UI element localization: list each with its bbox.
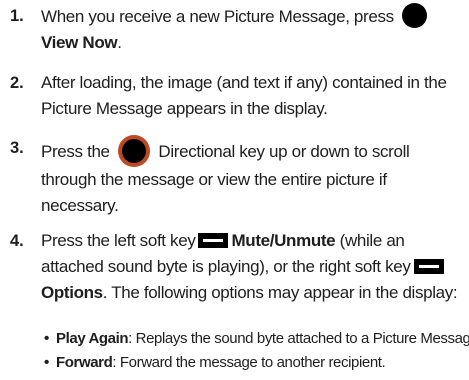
step-text: When you receive a new Picture Message, …	[41, 3, 465, 56]
mute-unmute-label: Mute/Unmute	[231, 231, 336, 250]
list-item: • Forward: Forward the message to another…	[44, 351, 469, 375]
bullet-icon: •	[44, 330, 49, 347]
option-term: Forward	[56, 354, 113, 371]
option-description: : Forward the message to another recipie…	[112, 354, 386, 371]
soft-key-icon	[198, 233, 229, 248]
step-number: 3.	[10, 139, 24, 157]
step-text: After loading, the image (and text if an…	[41, 73, 447, 118]
directional-key-icon	[118, 135, 151, 167]
step-text-part: Press the	[41, 142, 110, 161]
ok-key-icon	[402, 3, 428, 28]
view-now-label: View Now	[41, 33, 118, 52]
soft-key-icon	[413, 259, 444, 274]
step-text-part: . The following options may appear in th…	[102, 283, 458, 302]
step-number: 2.	[10, 74, 24, 92]
step-text-part: When you receive a new Picture Message, …	[41, 7, 394, 26]
option-description: : Replays the sound byte attached to a P…	[128, 330, 469, 347]
step-text-part: .	[117, 33, 122, 52]
options-label: Options	[41, 283, 103, 302]
option-term: Play Again	[56, 330, 129, 347]
step-number: 4.	[10, 232, 24, 250]
list-item: • Play Again: Replays the sound byte atta…	[44, 327, 469, 351]
step-number: 1.	[10, 7, 24, 25]
step-text: Press the Directional key up or down to …	[41, 135, 465, 219]
step-text-part: Press the left soft key	[41, 231, 196, 250]
step-text: Press the left soft key Mute/Unmute (whil…	[41, 228, 465, 306]
bullet-icon: •	[44, 354, 49, 371]
instruction-page: 1. When you receive a new Picture Messag…	[0, 0, 469, 380]
